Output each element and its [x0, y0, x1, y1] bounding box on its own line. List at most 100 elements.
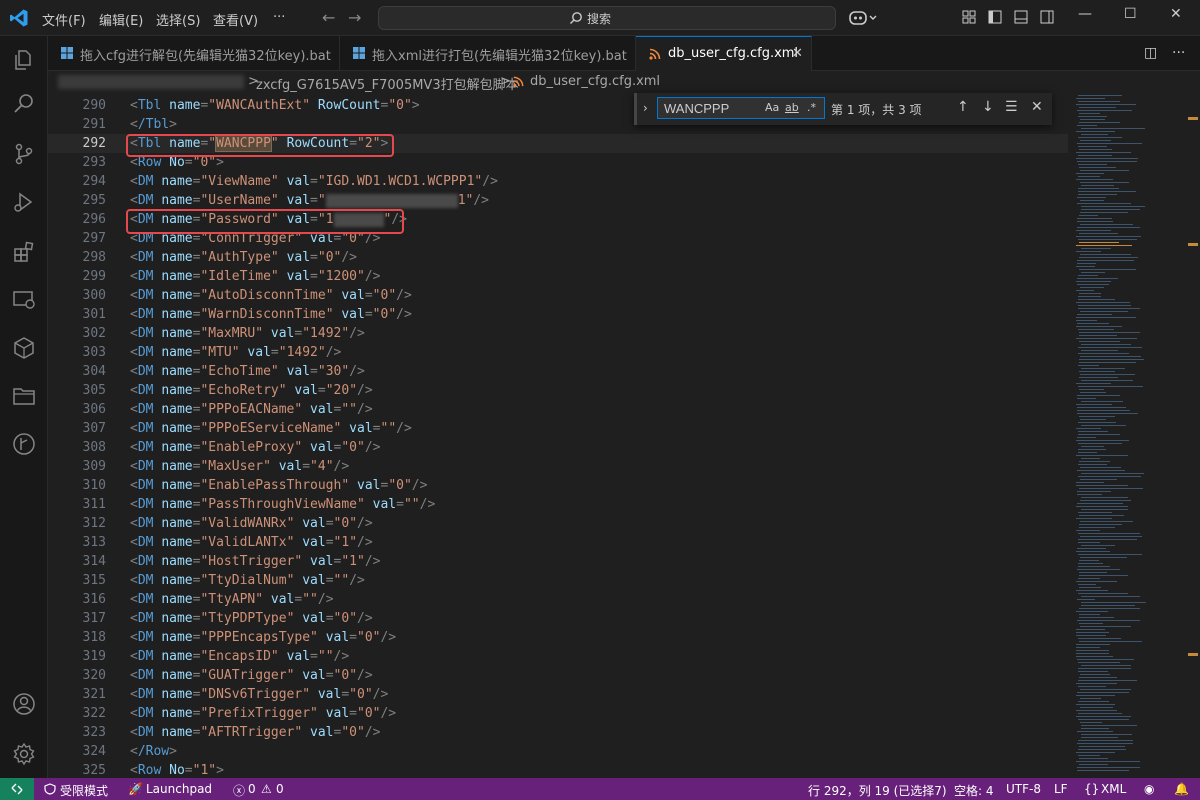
- forward-arrow-icon[interactable]: →: [348, 8, 361, 27]
- code-line[interactable]: 315 <DM name="TtyDialNum" val=""/>: [48, 571, 1068, 590]
- code-line[interactable]: 313 <DM name="ValidLANTx" val="1"/>: [48, 533, 1068, 552]
- minimap[interactable]: [1072, 93, 1186, 778]
- line-number: 320: [82, 668, 106, 683]
- code-line[interactable]: 311 <DM name="PassThroughViewName" val=""…: [48, 495, 1068, 514]
- code-line[interactable]: 308 <DM name="EnableProxy" val="0"/>: [48, 438, 1068, 457]
- minimap-line: [1081, 473, 1144, 474]
- copilot-status-icon[interactable]: ◉: [1144, 782, 1154, 796]
- explorer-icon[interactable]: [12, 48, 36, 72]
- toggle-replace-icon[interactable]: ›: [643, 101, 648, 115]
- line-number: 312: [82, 516, 106, 531]
- menu-selection[interactable]: 选择(S): [156, 10, 200, 29]
- run-debug-icon[interactable]: [12, 190, 36, 214]
- close-find-icon[interactable]: ✕: [1031, 99, 1043, 115]
- code-line[interactable]: 304 <DM name="EchoTime" val="30"/>: [48, 362, 1068, 381]
- use-regex-button[interactable]: .*: [807, 101, 816, 114]
- folder-icon[interactable]: [12, 384, 36, 408]
- code-line[interactable]: 316 <DM name="TtyAPN" val=""/>: [48, 590, 1068, 609]
- command-center-search[interactable]: 搜索: [378, 6, 836, 30]
- code-line[interactable]: 300 <DM name="AutoDisconnTime" val="0"/>: [48, 286, 1068, 305]
- copilot-icon[interactable]: [848, 8, 878, 28]
- accounts-icon[interactable]: [12, 692, 36, 716]
- next-match-icon[interactable]: ↓: [982, 99, 994, 115]
- code-line[interactable]: 310 <DM name="EnablePassThrough" val="0"/…: [48, 476, 1068, 495]
- find-input[interactable]: [657, 97, 825, 119]
- code-line[interactable]: 318 <DM name="PPPEncapsType" val="0"/>: [48, 628, 1068, 647]
- code-line[interactable]: 303 <DM name="MTU" val="1492"/>: [48, 343, 1068, 362]
- toggle-primary-sidebar-icon[interactable]: [988, 10, 1002, 24]
- back-arrow-icon[interactable]: ←: [322, 8, 335, 27]
- menu-view[interactable]: 查看(V): [213, 10, 258, 29]
- code-line[interactable]: 307 <DM name="PPPoEServiceName" val=""/>: [48, 419, 1068, 438]
- settings-gear-icon[interactable]: [12, 742, 36, 766]
- code-line[interactable]: 299 <DM name="IdleTime" val="1200"/>: [48, 267, 1068, 286]
- code-line[interactable]: 321 <DM name="DNSv6Trigger" val="0"/>: [48, 685, 1068, 704]
- match-case-button[interactable]: Aa: [765, 101, 779, 114]
- code-line[interactable]: 325 <Row No="1">: [48, 761, 1068, 778]
- previous-match-icon[interactable]: ↑: [957, 99, 969, 115]
- xml-attr-value: "0": [341, 725, 365, 740]
- code-line[interactable]: 319 <DM name="EncapsID" val=""/>: [48, 647, 1068, 666]
- close-window-icon[interactable]: ✕: [1170, 6, 1182, 22]
- more-actions-icon[interactable]: ···: [1172, 45, 1185, 61]
- maximize-icon[interactable]: ☐: [1124, 6, 1137, 22]
- git-graph-icon[interactable]: [12, 432, 36, 456]
- xml-attr-name: val: [270, 592, 295, 607]
- toggle-secondary-sidebar-icon[interactable]: [1040, 10, 1054, 24]
- language-mode[interactable]: XML: [1101, 782, 1126, 796]
- menu-more[interactable]: ···: [273, 10, 285, 25]
- menu-file[interactable]: 文件(F): [42, 10, 86, 29]
- code-line[interactable]: 324 </Row>: [48, 742, 1068, 761]
- indentation[interactable]: 空格: 4: [954, 782, 994, 799]
- code-line[interactable]: 302 <DM name="MaxMRU" val="1492"/>: [48, 324, 1068, 343]
- code-line[interactable]: 309 <DM name="MaxUser" val="4"/>: [48, 457, 1068, 476]
- tab-db-user-cfg-xml[interactable]: db_user_cfg.cfg.xml ✕: [636, 36, 812, 71]
- containers-icon[interactable]: [12, 336, 36, 360]
- customize-layout-icon[interactable]: [962, 10, 976, 24]
- source-control-icon[interactable]: [12, 142, 36, 166]
- code-line[interactable]: 294 <DM name="ViewName" val="IGD.WD1.WCD1…: [48, 172, 1068, 191]
- code-line[interactable]: 305 <DM name="EchoRetry" val="20"/>: [48, 381, 1068, 400]
- extensions-icon[interactable]: [12, 240, 36, 264]
- vertical-scrollbar[interactable]: [1186, 93, 1200, 778]
- notifications-bell-icon[interactable]: 🔔: [1174, 782, 1189, 796]
- breadcrumb-folder[interactable]: zxcfg_G7615AV5_F7005MV3打包解包脚本: [256, 74, 519, 93]
- find-in-selection-icon[interactable]: ☰: [1005, 99, 1018, 115]
- remote-explorer-icon[interactable]: [12, 288, 36, 312]
- code-line[interactable]: 317 <DM name="TtyPDPType" val="0"/>: [48, 609, 1068, 628]
- remote-indicator[interactable]: [0, 778, 34, 800]
- value-text: PPPoEACName: [208, 402, 295, 417]
- code-line[interactable]: 295 <DM name="UserName" val=" 1"/>: [48, 191, 1068, 210]
- close-tab-icon[interactable]: ✕: [792, 46, 803, 61]
- code-line[interactable]: 314 <DM name="HostTrigger" val="1"/>: [48, 552, 1068, 571]
- code-line[interactable]: 320 <DM name="GUATrigger" val="0"/>: [48, 666, 1068, 685]
- xml-attr-name: name: [161, 193, 193, 208]
- tab-unpack-bat[interactable]: 拖入cfg进行解包(先编辑光猫32位key).bat: [48, 36, 340, 71]
- search-view-icon[interactable]: [12, 92, 36, 116]
- code-line[interactable]: 322 <DM name="PrefixTrigger" val="0"/>: [48, 704, 1068, 723]
- minimize-icon[interactable]: —: [1078, 6, 1092, 22]
- xml-attr-value: "PPPEncapsType": [200, 630, 318, 645]
- breadcrumb-file[interactable]: db_user_cfg.cfg.xml: [530, 74, 660, 89]
- code-content: <DM name="PassThroughViewName" val=""/>: [130, 495, 435, 514]
- code-line[interactable]: 312 <DM name="ValidWANRx" val="0"/>: [48, 514, 1068, 533]
- menu-edit[interactable]: 编辑(E): [99, 10, 143, 29]
- tab-pack-bat[interactable]: 拖入xml进行打包(先编辑光猫32位key).bat: [340, 36, 636, 71]
- warning-count[interactable]: 0: [276, 782, 284, 796]
- encoding[interactable]: UTF-8: [1006, 782, 1041, 796]
- code-editor[interactable]: 290 <Tbl name="WANCAuthExt" RowCount="0">…: [48, 93, 1200, 778]
- restricted-mode[interactable]: 受限模式: [60, 782, 108, 799]
- xml-bracket: <: [130, 269, 138, 284]
- toggle-panel-icon[interactable]: [1014, 10, 1028, 24]
- end-of-line[interactable]: LF: [1054, 782, 1068, 796]
- error-count[interactable]: 0: [248, 782, 256, 796]
- split-editor-icon[interactable]: ◫: [1144, 45, 1157, 61]
- code-line[interactable]: 301 <DM name="WarnDisconnTime" val="0"/>: [48, 305, 1068, 324]
- launchpad-button[interactable]: Launchpad: [146, 782, 212, 796]
- match-whole-word-button[interactable]: ab: [785, 101, 799, 114]
- code-line[interactable]: 323 <DM name="AFTRTrigger" val="0"/>: [48, 723, 1068, 742]
- minimap-line: [1081, 602, 1146, 603]
- code-line[interactable]: 306 <DM name="PPPoEACName" val=""/>: [48, 400, 1068, 419]
- cursor-position[interactable]: 行 292，列 19 (已选择7): [808, 782, 947, 799]
- code-line[interactable]: 298 <DM name="AuthType" val="0"/>: [48, 248, 1068, 267]
